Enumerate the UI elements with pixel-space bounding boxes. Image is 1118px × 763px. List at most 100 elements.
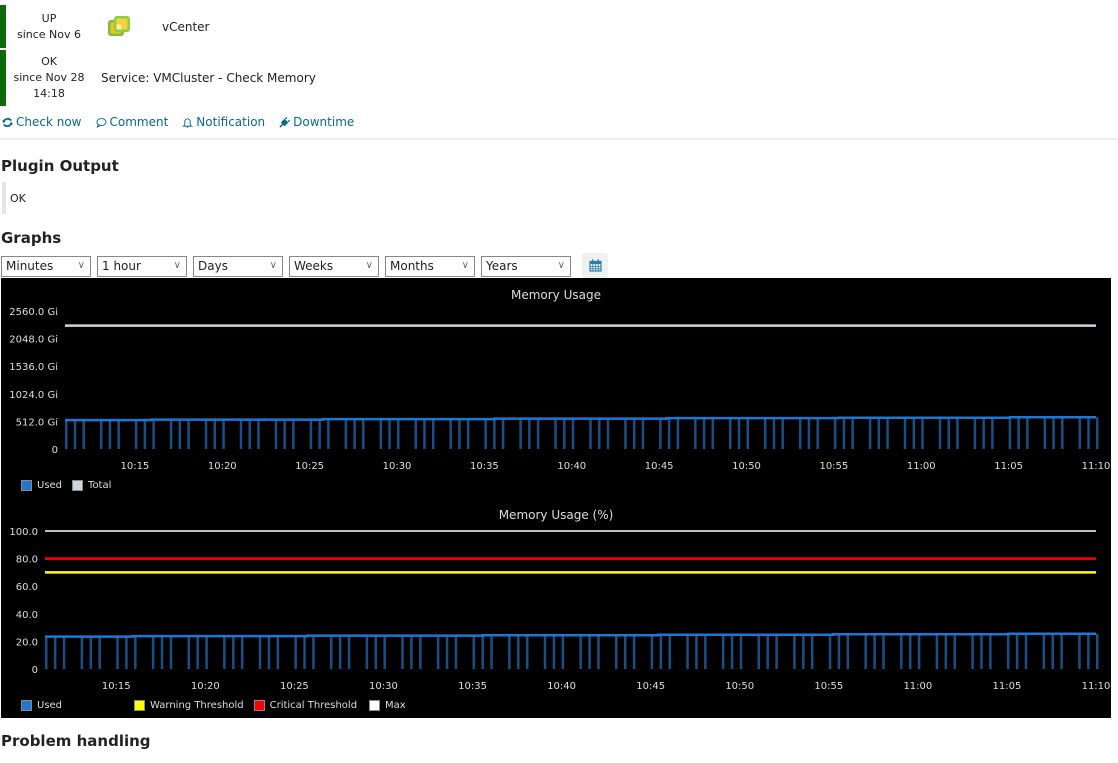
used-bar bbox=[53, 636, 57, 669]
notification-button[interactable]: Notification bbox=[182, 115, 265, 129]
legend-item: Critical Threshold bbox=[253, 700, 357, 711]
used-bar bbox=[1061, 417, 1064, 449]
check-now-label: Check now bbox=[16, 115, 82, 129]
legend-swatch bbox=[369, 700, 381, 711]
calendar-button[interactable] bbox=[582, 253, 608, 278]
used-bar bbox=[597, 418, 601, 449]
select-years[interactable]: Years ∨ bbox=[481, 256, 571, 277]
used-bar bbox=[414, 419, 417, 449]
x-tick-label: 10:30 bbox=[383, 461, 412, 472]
select-days[interactable]: Days ∨ bbox=[193, 256, 283, 277]
used-bar bbox=[1052, 417, 1055, 449]
used-bar bbox=[431, 419, 435, 449]
used-bar bbox=[757, 634, 761, 669]
x-tick-label: 10:25 bbox=[295, 461, 324, 472]
used-bar bbox=[169, 419, 173, 449]
used-bar bbox=[353, 419, 356, 449]
used-bar bbox=[318, 419, 321, 449]
used-bar bbox=[864, 634, 867, 669]
legend-label: Used bbox=[37, 480, 63, 491]
used-bar bbox=[704, 634, 707, 669]
plugin-output-border bbox=[2, 182, 6, 214]
select-weeks[interactable]: Weeks ∨ bbox=[289, 256, 379, 277]
chevron-down-icon: ∨ bbox=[557, 260, 565, 271]
check-now-button[interactable]: Check now bbox=[2, 115, 82, 129]
used-bar bbox=[921, 417, 924, 449]
used-bar bbox=[793, 634, 796, 669]
used-bar bbox=[117, 420, 120, 449]
x-tick-label: 11:10 bbox=[1082, 681, 1111, 692]
used-bar bbox=[99, 420, 103, 449]
used-bar bbox=[810, 634, 814, 669]
select-minutes[interactable]: Minutes ∨ bbox=[1, 256, 91, 277]
used-bar bbox=[702, 418, 706, 449]
used-bar bbox=[1078, 417, 1082, 449]
y-tick-label: 1024.0 Gi bbox=[9, 390, 58, 401]
used-bar bbox=[1015, 633, 1019, 669]
used-bar bbox=[982, 417, 985, 449]
chart-title: Memory Usage bbox=[511, 288, 601, 302]
used-bar bbox=[466, 419, 470, 449]
downtime-button[interactable]: Downtime bbox=[279, 115, 354, 129]
used-bar bbox=[781, 418, 784, 449]
x-tick-label: 10:50 bbox=[725, 681, 754, 692]
used-bar bbox=[552, 635, 556, 669]
used-bar bbox=[258, 636, 262, 669]
host-name[interactable]: vCenter bbox=[162, 20, 210, 34]
x-tick-label: 10:35 bbox=[458, 681, 487, 692]
used-bar bbox=[624, 418, 627, 449]
used-bar bbox=[276, 636, 280, 669]
used-bar bbox=[695, 634, 698, 669]
used-bar bbox=[1042, 633, 1046, 669]
used-bar bbox=[65, 420, 68, 449]
used-bar bbox=[953, 634, 956, 669]
legend-item: Warning Threshold bbox=[134, 700, 244, 711]
bell-icon bbox=[182, 117, 194, 128]
used-bar bbox=[143, 420, 147, 449]
used-bar bbox=[445, 635, 449, 669]
used-bar bbox=[481, 635, 484, 669]
used-bar bbox=[737, 418, 741, 449]
used-bar bbox=[837, 634, 841, 669]
x-tick-label: 10:50 bbox=[732, 461, 761, 472]
used-bar bbox=[178, 419, 182, 449]
used-bar bbox=[694, 418, 697, 449]
used-bar bbox=[971, 634, 974, 669]
host-state-row: UP since Nov 6 vCenter bbox=[0, 5, 210, 48]
used-bar bbox=[458, 419, 461, 449]
y-tick-label: 512.0 Gi bbox=[16, 417, 58, 428]
used-bar bbox=[989, 634, 992, 669]
section-divider bbox=[0, 138, 1118, 140]
used-bar bbox=[449, 419, 452, 449]
graph-range-selects: Minutes ∨ 1 hour ∨ Days ∨ Weeks ∨ Months ∨ Ye… bbox=[1, 256, 571, 277]
host-state: UP since Nov 6 bbox=[6, 11, 92, 43]
used-bar bbox=[73, 420, 77, 449]
graphs-heading: Graphs bbox=[1, 229, 62, 247]
used-bar bbox=[312, 635, 315, 669]
used-line bbox=[45, 632, 1096, 638]
used-bar bbox=[187, 636, 191, 669]
used-bar bbox=[160, 636, 164, 669]
comment-button[interactable]: Comment bbox=[95, 115, 168, 129]
select-value: Months bbox=[390, 259, 434, 273]
legend-swatch bbox=[21, 480, 32, 491]
select-hours[interactable]: 1 hour ∨ bbox=[97, 256, 187, 277]
used-bar bbox=[528, 418, 531, 449]
used-bar bbox=[1096, 633, 1099, 669]
used-bar bbox=[886, 417, 889, 449]
used-bar bbox=[766, 634, 769, 669]
used-bar bbox=[472, 635, 476, 669]
y-tick-label: 40.0 bbox=[16, 610, 38, 621]
used-line bbox=[65, 415, 1096, 422]
used-bar bbox=[650, 635, 654, 669]
service-state-label: OK bbox=[41, 55, 57, 68]
used-bar bbox=[659, 418, 662, 449]
used-bar bbox=[152, 419, 155, 449]
chevron-down-icon: ∨ bbox=[365, 260, 373, 271]
used-bar bbox=[525, 635, 529, 669]
used-bar bbox=[89, 636, 93, 669]
used-bar bbox=[134, 420, 138, 449]
select-months[interactable]: Months ∨ bbox=[385, 256, 475, 277]
used-bar bbox=[1024, 633, 1028, 669]
used-bar bbox=[45, 636, 48, 669]
